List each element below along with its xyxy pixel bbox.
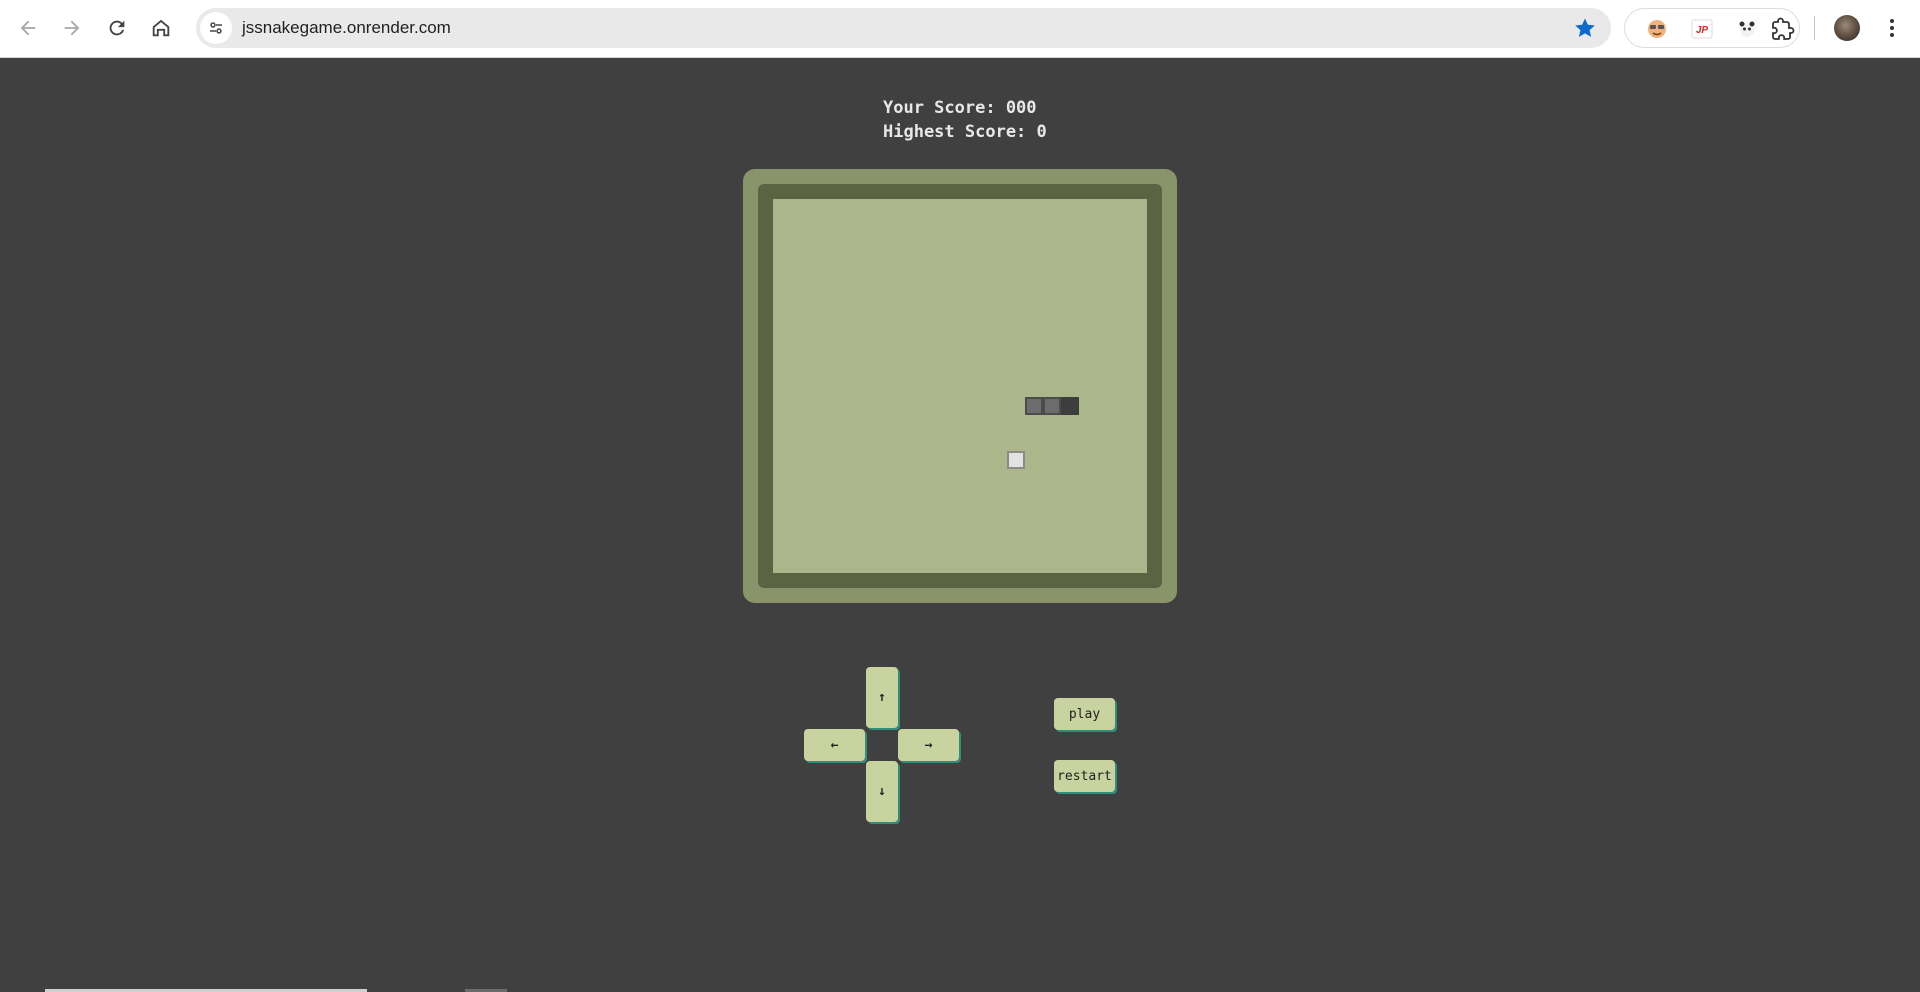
home-icon bbox=[152, 19, 170, 37]
game-board[interactable] bbox=[773, 199, 1147, 573]
down-button[interactable]: ↓ bbox=[866, 761, 898, 822]
profile-avatar[interactable] bbox=[1834, 15, 1860, 41]
restart-button[interactable]: restart bbox=[1054, 760, 1115, 792]
score-panel: Your Score: 000 Highest Score: 0 bbox=[883, 96, 1047, 144]
extension-panda-icon[interactable] bbox=[1735, 17, 1759, 41]
extension-face-icon[interactable] bbox=[1645, 17, 1669, 41]
browser-menu-button[interactable] bbox=[1880, 16, 1904, 40]
snake-segment bbox=[1043, 397, 1061, 415]
site-info-button[interactable] bbox=[200, 12, 232, 44]
extension-jp-icon[interactable]: JP bbox=[1690, 17, 1714, 41]
reload-button[interactable] bbox=[99, 10, 135, 46]
back-button[interactable] bbox=[10, 10, 46, 46]
up-button[interactable]: ↑ bbox=[866, 667, 898, 728]
highest-score: Highest Score: 0 bbox=[883, 122, 1047, 142]
play-button[interactable]: play bbox=[1054, 698, 1115, 730]
forward-button[interactable] bbox=[54, 10, 90, 46]
game-console bbox=[743, 169, 1177, 603]
extensions-area: JP bbox=[1624, 8, 1800, 48]
puzzle-icon[interactable] bbox=[1771, 17, 1795, 41]
toolbar-divider bbox=[1814, 16, 1815, 40]
snake-segment bbox=[1025, 397, 1043, 415]
address-bar[interactable]: jssnakegame.onrender.com bbox=[196, 8, 1611, 48]
arrow-left-icon bbox=[20, 20, 36, 36]
reload-icon bbox=[109, 20, 125, 36]
svg-text:JP: JP bbox=[1696, 25, 1709, 36]
star-icon[interactable] bbox=[1573, 16, 1597, 40]
current-score: Your Score: 000 bbox=[883, 98, 1037, 118]
arrow-right-icon bbox=[64, 20, 80, 36]
left-button[interactable]: ← bbox=[804, 729, 865, 761]
right-button[interactable]: → bbox=[898, 729, 959, 761]
screen-bezel bbox=[758, 184, 1162, 588]
url-text[interactable]: jssnakegame.onrender.com bbox=[242, 18, 451, 38]
browser-toolbar: jssnakegame.onrender.com JP bbox=[0, 0, 1920, 58]
kebab-menu-icon bbox=[1890, 19, 1894, 37]
food-item bbox=[1007, 451, 1025, 469]
snake-head bbox=[1061, 397, 1079, 415]
tune-icon bbox=[210, 22, 222, 34]
home-button[interactable] bbox=[143, 10, 179, 46]
